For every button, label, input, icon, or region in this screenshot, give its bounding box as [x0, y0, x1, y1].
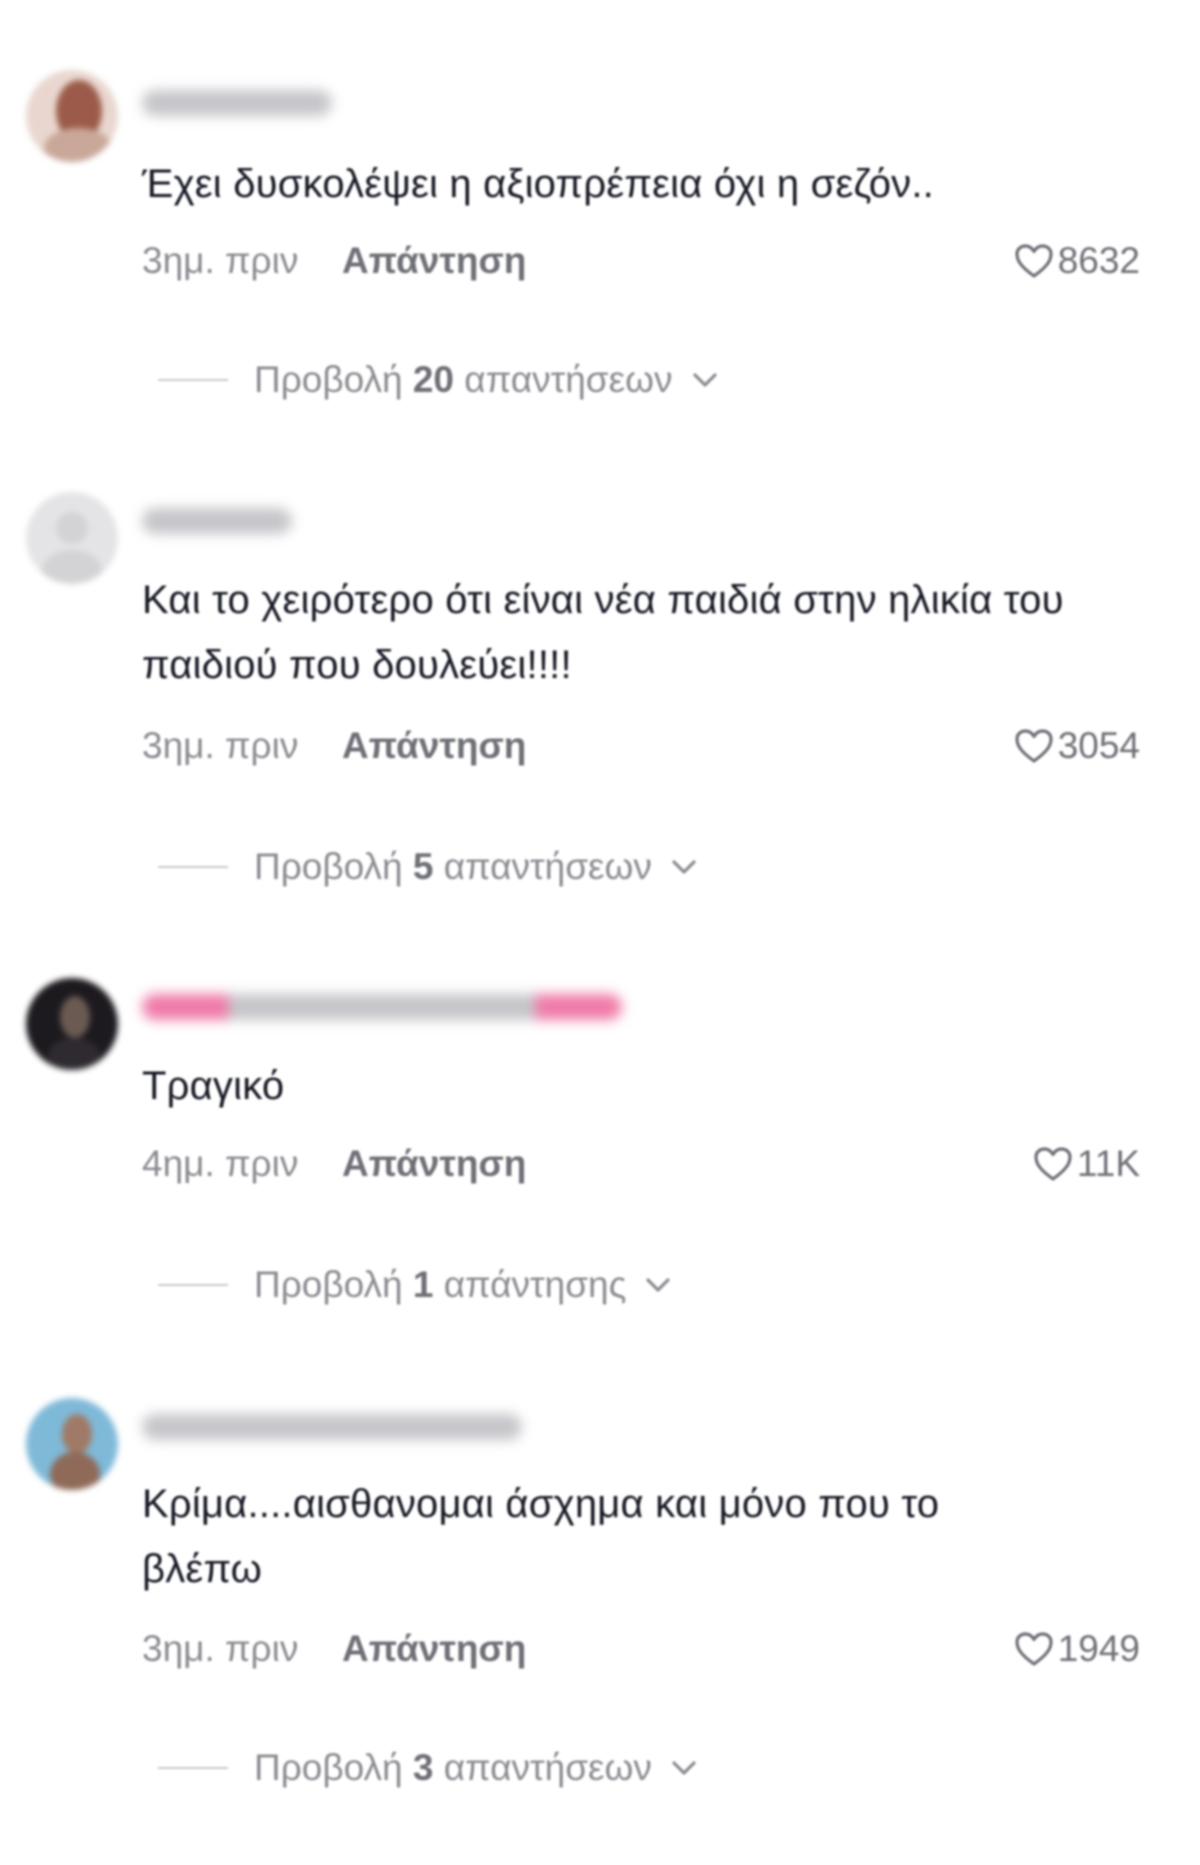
view-replies-suffix: απάντησης: [443, 1264, 627, 1305]
like-count: 8632: [1057, 240, 1140, 281]
like-button[interactable]: 8632: [1014, 240, 1140, 282]
replies-divider-line: [158, 1284, 228, 1286]
chevron-down-icon: [672, 860, 696, 874]
like-button[interactable]: 1949: [1014, 1628, 1140, 1670]
view-replies-button[interactable]: Προβολή 3 απαντήσεων: [158, 1743, 698, 1793]
replies-divider-line: [158, 379, 228, 381]
view-replies-prefix: Προβολή: [254, 1264, 403, 1305]
comment-meta: 3ημ. πριν Απάντηση 8632: [142, 240, 1140, 290]
reply-button[interactable]: Απάντηση: [342, 1143, 526, 1185]
view-replies-prefix: Προβολή: [254, 359, 403, 400]
view-replies-count: 1: [412, 1264, 434, 1305]
like-count: 3054: [1057, 725, 1140, 766]
reply-button[interactable]: Απάντηση: [342, 1628, 526, 1670]
comment-text: Κρίμα....αισθανομαι άσχημα και μόνο που …: [142, 1482, 940, 1591]
chevron-down-icon: [672, 1761, 696, 1775]
avatar[interactable]: [26, 70, 118, 162]
reply-button[interactable]: Απάντηση: [342, 240, 526, 282]
like-button[interactable]: 11K: [1033, 1143, 1140, 1185]
reply-button[interactable]: Απάντηση: [342, 725, 526, 767]
username-blurred[interactable]: [142, 1414, 522, 1440]
chevron-down-icon: [646, 1278, 671, 1292]
view-replies-suffix: απαντήσεων: [443, 846, 652, 887]
heart-icon: [1015, 244, 1053, 278]
comment-text: Έχει δυσκολέψει η αξιοπρέπεια όχι η σεζό…: [142, 162, 934, 206]
view-replies-count: 5: [412, 846, 434, 887]
username-blurred[interactable]: [142, 508, 292, 534]
like-count: 1949: [1057, 1628, 1140, 1669]
heart-icon: [1015, 1632, 1053, 1666]
comment-time: 3ημ. πριν: [142, 725, 299, 766]
view-replies-suffix: απαντήσεων: [443, 1747, 652, 1788]
comment-text: Τραγικό: [142, 1064, 285, 1108]
avatar[interactable]: [26, 1398, 118, 1490]
view-replies-button[interactable]: Προβολή 1 απάντησης: [158, 1260, 672, 1310]
avatar[interactable]: [26, 492, 118, 584]
heart-icon: [1034, 1147, 1072, 1181]
view-replies-count: 3: [412, 1747, 434, 1788]
heart-icon: [1015, 729, 1053, 763]
view-replies-button[interactable]: Προβολή 5 απαντήσεων: [158, 842, 698, 892]
like-button[interactable]: 3054: [1014, 725, 1140, 767]
like-count: 11K: [1076, 1143, 1140, 1184]
avatar[interactable]: [26, 978, 118, 1070]
comment-meta: 3ημ. πριν Απάντηση 1949: [142, 1628, 1140, 1678]
comment-time: 3ημ. πριν: [142, 240, 299, 281]
chevron-down-icon: [692, 373, 717, 387]
comment-time: 4ημ. πριν: [142, 1143, 299, 1184]
username-blurred[interactable]: [142, 90, 332, 116]
view-replies-button[interactable]: Προβολή 20 απαντήσεων: [158, 355, 719, 405]
comment-list: Έχει δυσκολέψει η αξιοπρέπεια όχι η σεζό…: [0, 0, 1200, 1865]
replies-divider-line: [158, 866, 228, 868]
comment-text: Και το χειρότερο ότι είναι νέα παιδιά στ…: [142, 578, 1064, 687]
replies-divider-line: [158, 1767, 228, 1769]
view-replies-suffix: απαντήσεων: [464, 359, 673, 400]
view-replies-prefix: Προβολή: [254, 846, 403, 887]
comment-time: 3ημ. πριν: [142, 1628, 299, 1669]
view-replies-prefix: Προβολή: [254, 1747, 403, 1788]
view-replies-count: 20: [412, 359, 455, 400]
username-blurred[interactable]: [142, 994, 622, 1020]
comment-meta: 4ημ. πριν Απάντηση 11K: [142, 1143, 1140, 1193]
comment-meta: 3ημ. πριν Απάντηση 3054: [142, 725, 1140, 775]
